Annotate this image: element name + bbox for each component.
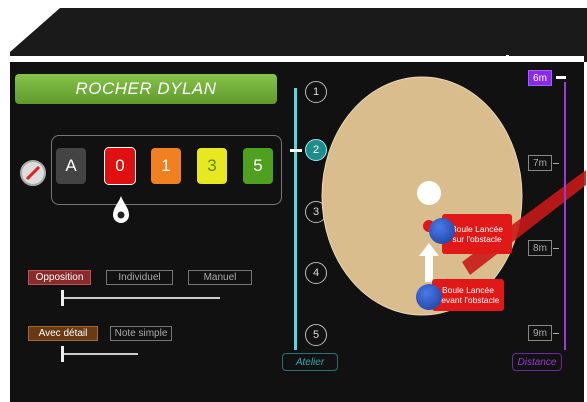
- distance-tick: [553, 248, 559, 249]
- ball-on-obstacle: [429, 218, 455, 244]
- playing-field: [321, 76, 586, 316]
- target-jack: [417, 181, 441, 205]
- distance-track: [564, 82, 566, 350]
- app-frame: ROCHER DYLAN A0135 Opposition Individuel…: [0, 0, 587, 402]
- distance-mark-8m[interactable]: 8m: [528, 240, 552, 256]
- distance-mark-9m[interactable]: 9m: [528, 325, 552, 341]
- up-arrow-shaft: [425, 252, 433, 282]
- distance-mark-7m[interactable]: 7m: [528, 155, 552, 171]
- distance-tick: [553, 333, 559, 334]
- distance-mark-6m[interactable]: 6m: [528, 70, 552, 86]
- ball-before-obstacle: [416, 284, 442, 310]
- distance-label[interactable]: Distance: [512, 353, 562, 371]
- distance-tick: [553, 163, 559, 164]
- distance-marker: [556, 76, 566, 79]
- tag-devant-obstacle: Boule Lancée devant l'obstacle: [432, 279, 504, 311]
